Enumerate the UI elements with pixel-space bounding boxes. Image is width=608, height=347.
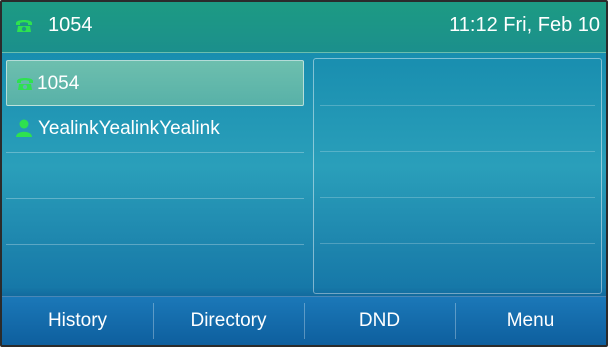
status-datetime: 11:12 Fri, Feb 10: [449, 14, 600, 36]
phone-handset-icon: [17, 78, 33, 90]
menu-softkey[interactable]: Menu: [455, 297, 606, 345]
line-key-empty[interactable]: [6, 152, 304, 199]
line-key-label: YealinkYealinkYealink: [38, 118, 220, 139]
divider: [320, 197, 595, 198]
divider: [320, 151, 595, 152]
divider: [320, 105, 595, 106]
contact-person-icon: [16, 119, 32, 137]
phone-handset-icon: [16, 20, 32, 32]
phone-screen: 1054 11:12 Fri, Feb 10 1054 YealinkYeali…: [0, 0, 608, 347]
line-key-contact[interactable]: YealinkYealinkYealink: [6, 106, 304, 153]
directory-softkey[interactable]: Directory: [153, 297, 304, 345]
status-extension: 1054: [48, 14, 93, 36]
idle-info-panel: [313, 58, 602, 294]
status-bar: 1054 11:12 Fri, Feb 10: [2, 2, 606, 53]
line-key-empty[interactable]: [6, 198, 304, 245]
line-key-account[interactable]: 1054: [6, 60, 304, 106]
history-softkey[interactable]: History: [2, 297, 153, 345]
divider: [320, 243, 595, 244]
line-key-empty[interactable]: [6, 244, 304, 290]
dnd-softkey[interactable]: DND: [304, 297, 455, 345]
line-key-panel: 1054 YealinkYealinkYealink: [6, 58, 304, 294]
line-key-label: 1054: [37, 73, 80, 94]
softkey-bar: History Directory DND Menu: [2, 296, 606, 345]
